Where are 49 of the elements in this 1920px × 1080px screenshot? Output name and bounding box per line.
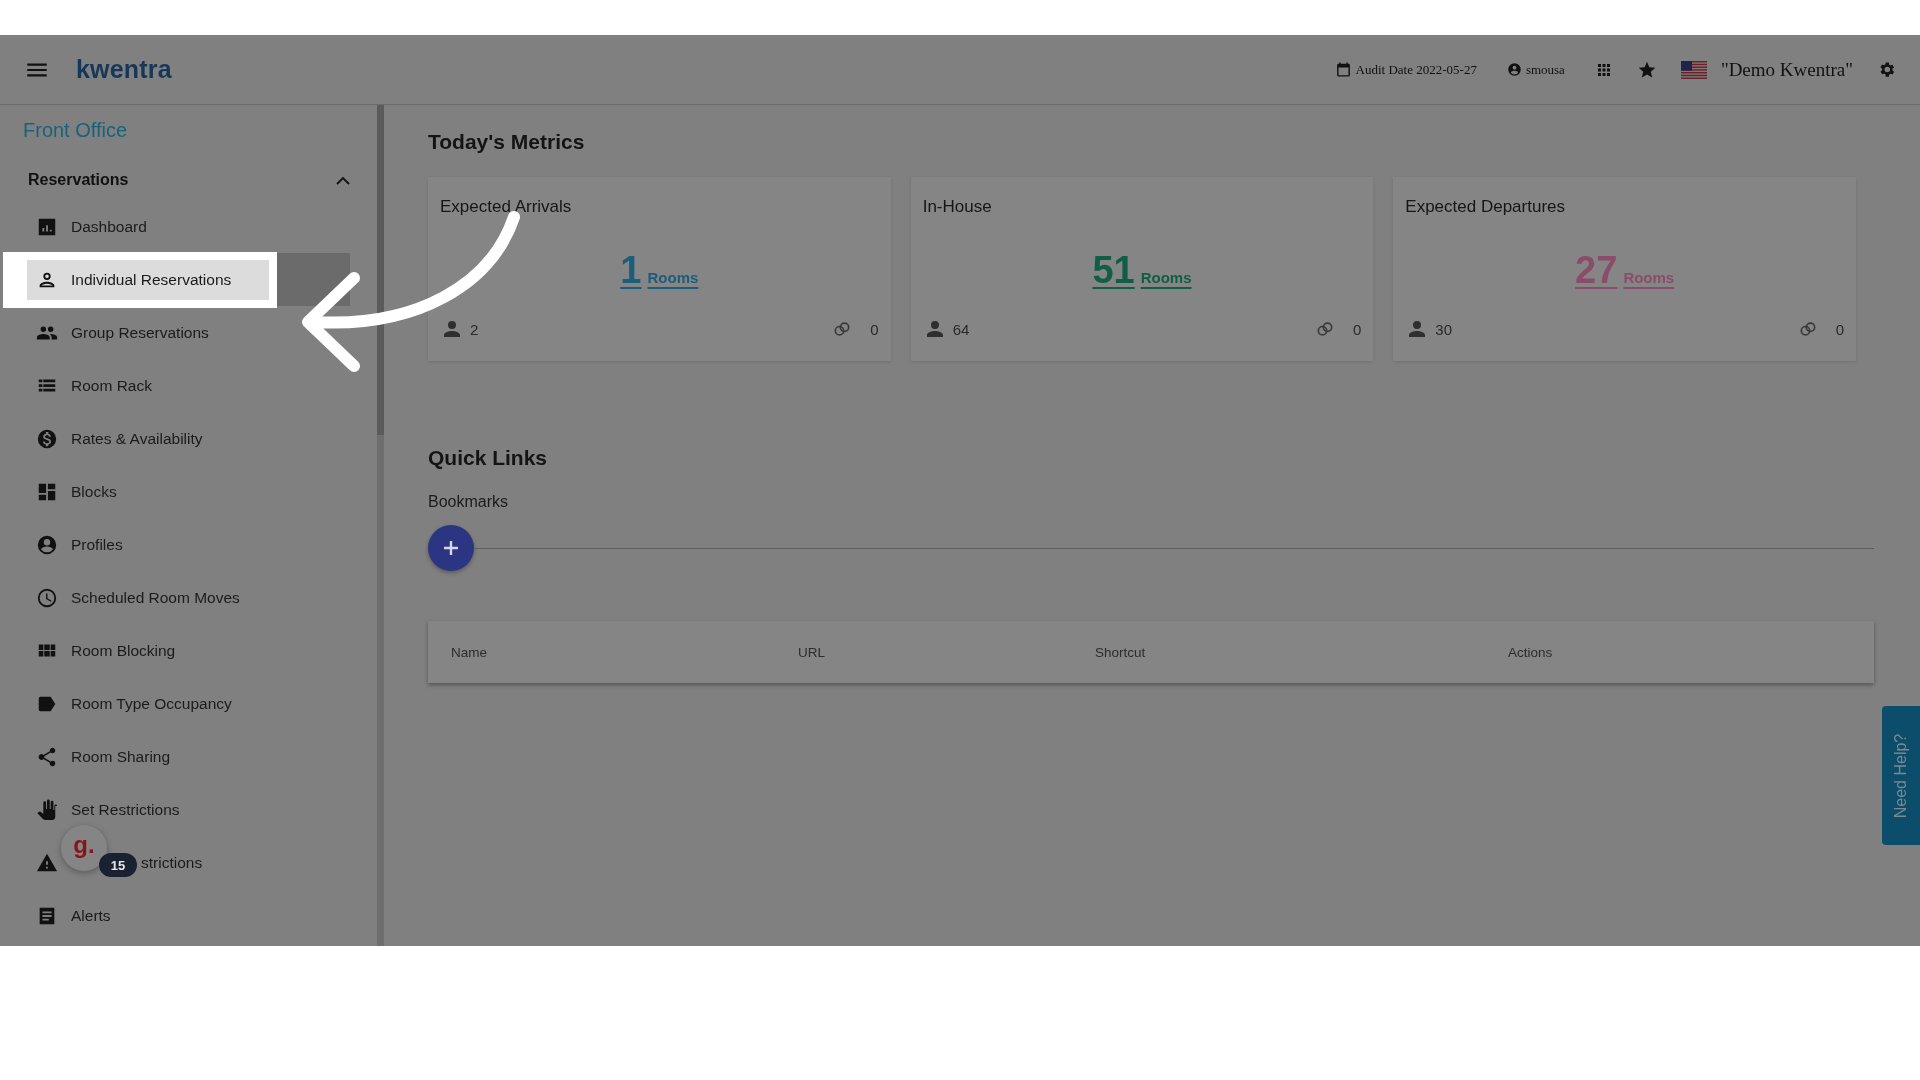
property-name[interactable]: "Demo Kwentra"	[1720, 58, 1853, 81]
guest-count: 2	[470, 320, 479, 338]
plus-icon	[441, 538, 461, 558]
user-name[interactable]: smousa	[1525, 61, 1565, 78]
module-title: Front Office	[22, 118, 129, 143]
calendar-icon	[1334, 61, 1352, 78]
nav-item[interactable]: Room Blocking	[71, 641, 176, 660]
hand-icon	[36, 798, 58, 821]
nav-item[interactable]: Profiles	[71, 535, 123, 554]
guest-count: 64	[952, 320, 970, 338]
nav-item[interactable]: Room Sharing	[71, 747, 171, 766]
nav-item[interactable]: Dashboard	[71, 217, 147, 236]
card-title: In-House	[922, 197, 993, 217]
nav-item[interactable]: Group Reservations	[71, 323, 209, 342]
linked-count: 0	[1353, 320, 1362, 338]
linked-count: 0	[870, 320, 879, 338]
column-header: URL	[798, 644, 826, 660]
need-help-tab[interactable]: Need Help?	[1882, 706, 1920, 845]
clock-icon	[36, 586, 58, 609]
nav-item[interactable]: Set Restrictions	[71, 800, 180, 819]
card-title: Expected Arrivals	[440, 197, 573, 217]
scrollbar[interactable]	[377, 105, 384, 946]
nav-item[interactable]: Blocks	[71, 482, 117, 501]
share-icon	[36, 745, 58, 768]
section-heading: Today's Metrics	[428, 129, 586, 155]
nav-item[interactable]: Room Rack	[71, 376, 152, 395]
chevron-up-icon[interactable]	[336, 175, 350, 185]
reservations-section-header[interactable]: Reservations	[28, 160, 350, 200]
nav-item[interactable]: strictions	[141, 853, 203, 872]
subsection-title: Bookmarks	[428, 493, 510, 511]
guest-count: 30	[1435, 320, 1452, 338]
section-heading: Quick Links	[428, 445, 549, 471]
add-bookmark-button[interactable]	[428, 525, 474, 571]
linked-rings-icon	[1315, 319, 1335, 339]
card-title: Expected Departures	[1405, 197, 1567, 217]
dollar-icon	[36, 427, 58, 450]
notification-badge: 15	[99, 853, 137, 877]
column-header: Name	[451, 644, 488, 660]
column-header: Shortcut	[1095, 644, 1147, 660]
nav-item[interactable]: Scheduled Room Moves	[71, 588, 240, 607]
column-header: Actions	[1508, 644, 1554, 660]
user-account-icon	[1506, 62, 1522, 77]
us-flag-icon[interactable]	[1680, 60, 1707, 79]
nav-item[interactable]: Rates & Availability	[71, 429, 203, 448]
nav-item[interactable]: Alerts	[71, 906, 111, 925]
nav-item[interactable]: Room Type Occupancy	[71, 694, 232, 713]
audit-date: Audit Date 2022-05-27	[1355, 61, 1477, 78]
linked-count: 0	[1835, 320, 1844, 338]
kwentra-logo[interactable]: kwentra	[76, 55, 172, 84]
